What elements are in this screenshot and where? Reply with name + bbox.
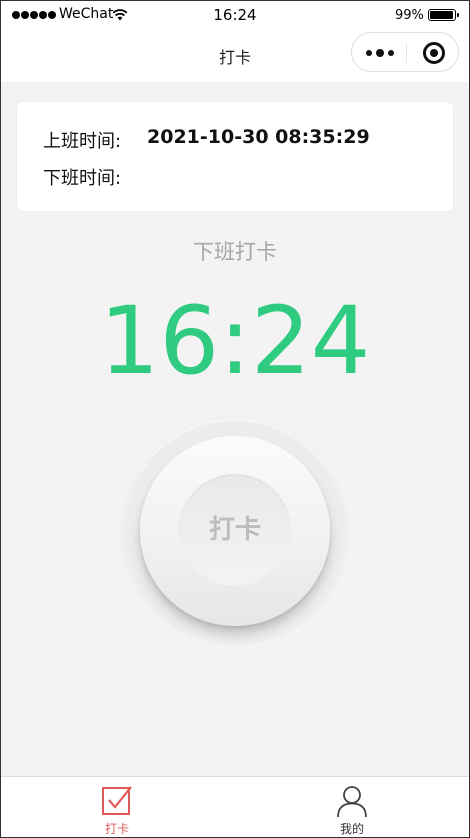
punch-type-label: 下班打卡: [193, 240, 277, 264]
attendance-record-card: 上班时间: 2021-10-30 08:35:29 下班时间:: [17, 102, 453, 211]
on-duty-label: 上班时间:: [43, 131, 122, 152]
punch-button-face: 打卡: [179, 474, 291, 586]
tab-punch-label: 打卡: [104, 822, 129, 836]
punch-button[interactable]: 打卡: [140, 436, 330, 626]
miniprogram-capsule: [351, 32, 459, 72]
capsule-divider: [406, 43, 407, 63]
close-miniprogram-icon[interactable]: [423, 42, 445, 64]
on-duty-time: 2021-10-30 08:35:29: [147, 126, 370, 148]
tab-punch[interactable]: 打卡: [67, 777, 167, 837]
status-bar: WeChat 16:24 99%: [0, 0, 470, 30]
tab-profile-label: 我的: [339, 822, 364, 836]
battery-icon: [428, 9, 459, 21]
off-duty-label: 下班时间:: [43, 168, 122, 189]
punch-button-ring: 打卡: [122, 418, 348, 644]
more-options-icon[interactable]: [366, 46, 396, 60]
tab-bar: 打卡 我的: [0, 776, 470, 838]
battery-percentage: 99%: [395, 8, 424, 23]
punch-button-label: 打卡: [208, 515, 261, 545]
off-duty-row: 下班时间:: [43, 164, 121, 190]
checkbox-icon: [102, 786, 132, 815]
on-duty-row: 上班时间: 2021-10-30 08:35:29: [43, 126, 370, 153]
user-icon: [337, 786, 367, 818]
tab-profile[interactable]: 我的: [302, 777, 402, 837]
navigation-bar: 打卡: [0, 30, 470, 82]
current-time-display: 16:24: [99, 287, 371, 396]
